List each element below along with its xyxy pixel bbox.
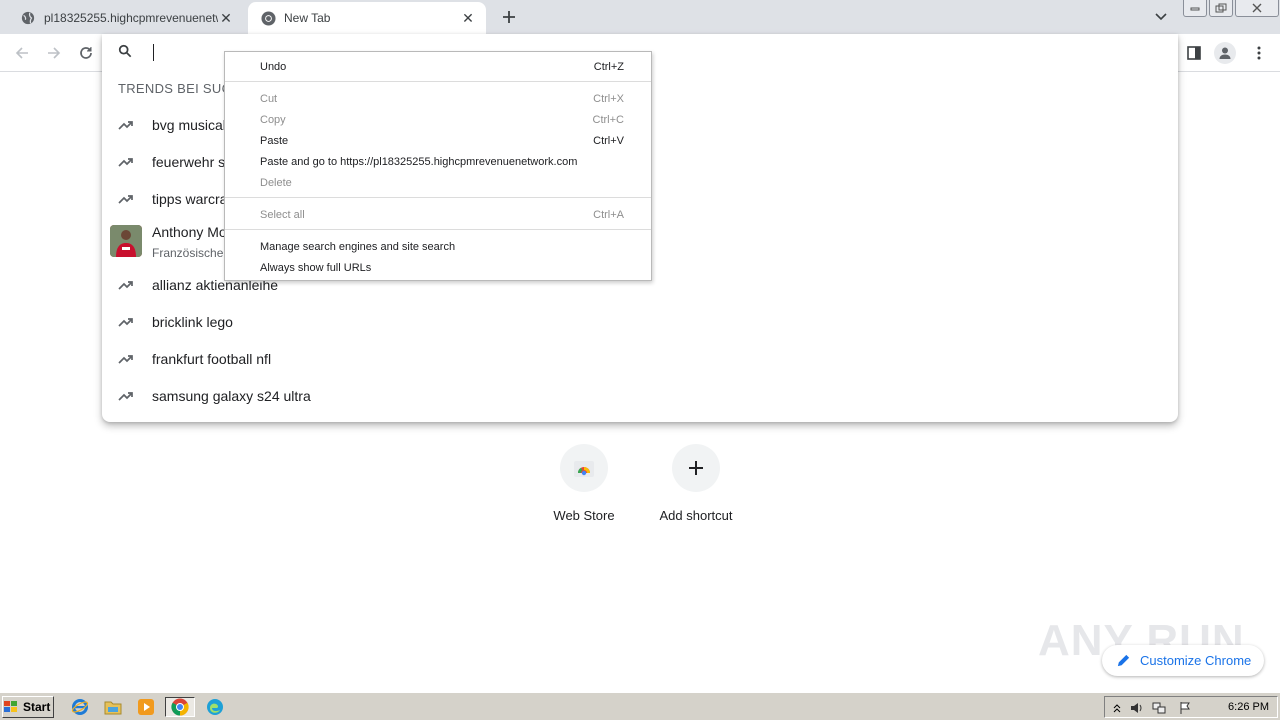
- tab-title: pl18325255.highcpmrevenuenetwork: [44, 11, 218, 25]
- web-store-icon: [560, 444, 608, 492]
- network-icon[interactable]: [1151, 700, 1167, 716]
- minimize-button[interactable]: [1183, 0, 1207, 17]
- suggestion-text: bricklink lego: [152, 313, 233, 330]
- menu-item-always-show-full-urls[interactable]: Always show full URLs: [225, 257, 651, 278]
- text-caret: [153, 44, 154, 61]
- taskbar: Start 6:26 PM: [0, 692, 1280, 720]
- close-tab-icon[interactable]: ✕: [218, 10, 234, 26]
- menu-item-shortcut: Ctrl+V: [593, 134, 624, 147]
- suggestion-text: bvg musical: [152, 116, 226, 133]
- menu-item-shortcut: Ctrl+Z: [593, 60, 624, 73]
- trending-icon: [118, 191, 134, 207]
- menu-item-copy[interactable]: Copy Ctrl+C: [225, 109, 651, 130]
- volume-icon[interactable]: [1129, 700, 1145, 716]
- menu-item-select-all[interactable]: Select all Ctrl+A: [225, 204, 651, 225]
- trending-icon: [118, 117, 134, 133]
- start-button[interactable]: Start: [2, 696, 54, 718]
- shortcut-web-store[interactable]: Web Store: [528, 444, 640, 534]
- menu-item-shortcut: Ctrl+X: [593, 92, 624, 105]
- suggestion-item[interactable]: frankfurt football nfl: [102, 340, 1178, 377]
- chrome-taskbar-icon[interactable]: [165, 697, 195, 717]
- context-menu: Undo Ctrl+Z Cut Ctrl+X Copy Ctrl+C Paste…: [224, 51, 652, 281]
- chrome-icon: [260, 10, 276, 26]
- window-controls: [1183, 0, 1280, 18]
- suggestion-item[interactable]: bricklink lego: [102, 303, 1178, 340]
- new-tab-button[interactable]: [498, 6, 520, 28]
- tab-new-tab[interactable]: New Tab ✕: [248, 2, 486, 34]
- menu-item-shortcut: Ctrl+C: [592, 113, 624, 126]
- restore-button[interactable]: [1209, 0, 1233, 17]
- globe-icon: [20, 10, 36, 26]
- menu-item-manage-search-engines[interactable]: Manage search engines and site search: [225, 236, 651, 257]
- close-window-button[interactable]: [1235, 0, 1279, 17]
- start-label: Start: [23, 700, 51, 714]
- menu-item-label: Select all: [260, 208, 305, 221]
- profile-avatar-icon[interactable]: [1214, 42, 1236, 64]
- system-tray: 6:26 PM: [1104, 696, 1278, 718]
- menu-separator: [225, 81, 651, 82]
- menu-separator: [225, 197, 651, 198]
- menu-item-label: Paste: [260, 134, 289, 147]
- trends-header: TRENDS BEI SUC: [118, 81, 232, 96]
- menu-item-label: Paste and go to https://pl18325255.highc…: [260, 155, 578, 168]
- shortcut-label: Web Store: [553, 508, 615, 523]
- search-icon: [118, 44, 134, 60]
- shortcut-label: Add shortcut: [659, 508, 733, 523]
- customize-label: Customize Chrome: [1140, 653, 1252, 668]
- windows-logo-icon: [4, 701, 17, 712]
- edge-icon[interactable]: [204, 697, 226, 717]
- menu-item-paste-and-go[interactable]: Paste and go to https://pl18325255.highc…: [225, 151, 651, 172]
- menu-item-label: Copy: [260, 113, 286, 126]
- menu-item-label: Always show full URLs: [260, 261, 372, 274]
- menu-item-cut[interactable]: Cut Ctrl+X: [225, 88, 651, 109]
- menu-kebab-icon[interactable]: [1248, 42, 1270, 64]
- menu-item-label: Manage search engines and site search: [260, 240, 456, 253]
- pencil-icon: [1116, 653, 1131, 668]
- menu-item-label: Cut: [260, 92, 278, 105]
- plus-icon: [672, 444, 720, 492]
- suggestion-text: samsung galaxy s24 ultra: [152, 387, 311, 404]
- menu-item-shortcut: Ctrl+A: [593, 208, 624, 221]
- entity-subtitle: Französische: [152, 246, 224, 260]
- suggestion-text: frankfurt football nfl: [152, 350, 272, 367]
- tray-expand-icon[interactable]: [1109, 700, 1125, 716]
- trending-icon: [118, 351, 134, 367]
- trending-icon: [118, 154, 134, 170]
- menu-item-label: Undo: [260, 60, 287, 73]
- suggestion-text: feuerwehr s: [152, 153, 226, 170]
- suggestion-item[interactable]: samsung galaxy s24 ultra: [102, 377, 1178, 414]
- explorer-icon[interactable]: [102, 697, 124, 717]
- side-panel-icon[interactable]: [1183, 42, 1205, 64]
- menu-item-label: Delete: [260, 176, 292, 189]
- customize-chrome-button[interactable]: Customize Chrome: [1102, 645, 1264, 676]
- menu-separator: [225, 229, 651, 230]
- menu-item-undo[interactable]: Undo Ctrl+Z: [225, 56, 651, 77]
- ie-icon[interactable]: [69, 697, 91, 717]
- tab-search-chevron-icon[interactable]: [1152, 8, 1170, 26]
- action-center-flag-icon[interactable]: [1177, 700, 1193, 716]
- trending-icon: [118, 277, 134, 293]
- clock: 6:26 PM: [1228, 701, 1269, 713]
- menu-item-delete[interactable]: Delete: [225, 172, 651, 193]
- trending-icon: [118, 314, 134, 330]
- entity-title: Anthony Mo: [152, 224, 227, 240]
- tab-highcpm[interactable]: pl18325255.highcpmrevenuenetwork ✕: [8, 2, 244, 34]
- forward-button[interactable]: [43, 42, 65, 64]
- entity-thumbnail-image: [110, 225, 142, 257]
- close-tab-icon[interactable]: ✕: [460, 10, 476, 26]
- suggestion-text: tipps warcra: [152, 190, 228, 207]
- shortcut-add[interactable]: Add shortcut: [640, 444, 752, 534]
- back-button[interactable]: [11, 42, 33, 64]
- tab-title: New Tab: [284, 11, 331, 25]
- tab-strip: pl18325255.highcpmrevenuenetwork ✕ New T…: [0, 0, 1280, 34]
- trending-icon: [118, 388, 134, 404]
- reload-button[interactable]: [75, 42, 97, 64]
- menu-item-paste[interactable]: Paste Ctrl+V: [225, 130, 651, 151]
- media-player-icon[interactable]: [135, 697, 157, 717]
